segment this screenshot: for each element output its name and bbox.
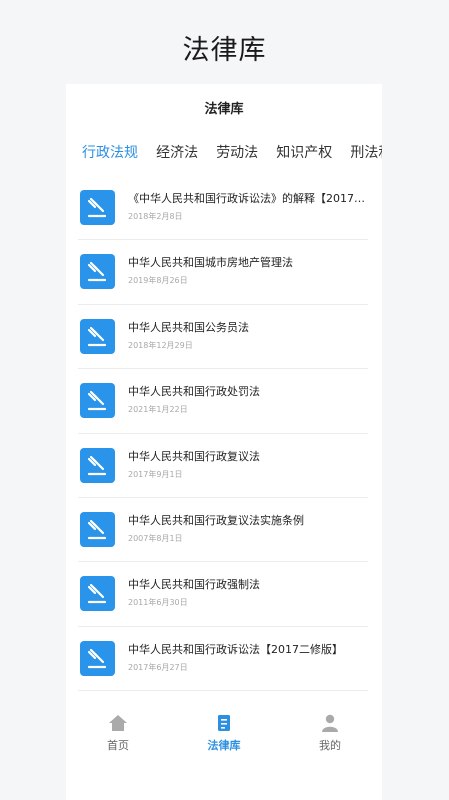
item-title: 中华人民共和国行政强制法 [128,578,260,592]
item-date: 2007年8月1日 [128,533,183,543]
home-icon [109,715,127,731]
gavel-icon [80,576,115,612]
item-title: 中华人民共和国公务员法 [128,320,249,334]
gavel-icon [80,254,115,290]
list-item[interactable]: 中华人民共和国城市房地产管理法 2019年8月26日 [78,240,368,305]
list-item[interactable]: 中华人民共和国行政处罚法 2021年1月22日 [78,369,368,434]
nav-profile[interactable]: 我的 [290,714,370,753]
item-date: 2017年6月27日 [128,662,188,672]
tab-economic-law[interactable]: 经济法 [156,142,198,162]
list-item[interactable]: 中华人民共和国行政诉讼法【2017二修版】 2017年6月27日 [78,627,368,692]
list-item[interactable]: 中华人民共和国行政强制法 2011年6月30日 [78,562,368,627]
tab-labor-law[interactable]: 劳动法 [216,142,258,162]
item-title: 中华人民共和国行政复议法实施条例 [128,513,304,527]
app-header-title: 法律库 [204,102,244,117]
gavel-icon [80,318,115,354]
item-title: 中华人民共和国行政处罚法 [128,385,260,399]
list-item[interactable]: 中华人民共和国行政复议法实施条例 2007年8月1日 [78,498,368,563]
item-title: 中华人民共和国行政复议法 [128,449,260,463]
item-date: 2019年8月26日 [128,276,188,286]
item-date: 2018年2月8日 [128,212,183,221]
gavel-icon [80,640,115,676]
nav-home[interactable]: 首页 [78,714,158,753]
gavel-icon [80,511,115,547]
app-screen: 法律库 行政法规 经济法 劳动法 知识产权 刑法和 《中华人民共和国行政诉讼法》… [66,84,382,800]
nav-law-library-label: 法律库 [207,739,241,752]
page-title: 法律库 [182,35,267,66]
list-item[interactable]: 《中华人民共和国行政诉讼法》的解释【2017年】 2018年2月8日 [78,176,370,241]
list-item[interactable]: 中华人民共和国公务员法 2018年12月29日 [78,305,368,370]
category-tabs: 行政法规 经济法 劳动法 知识产权 刑法和 [82,142,382,166]
law-list: 《中华人民共和国行政诉讼法》的解释【2017年】 2018年2月8日 中华人民共… [78,176,370,692]
nav-home-label: 首页 [107,739,129,752]
list-item[interactable]: 中华人民共和国行政复议法 2017年9月1日 [78,434,368,498]
nav-profile-label: 我的 [319,739,341,752]
bottom-nav: 首页 法律库 我的 [66,706,382,758]
tab-intellectual-property[interactable]: 知识产权 [276,142,332,162]
item-title: 中华人民共和国行政诉讼法【2017二修版】 [128,642,343,656]
item-title: 《中华人民共和国行政诉讼法》的解释【2017年】 [128,192,370,205]
gavel-icon [80,190,115,225]
item-date: 2011年6月30日 [128,598,188,608]
gavel-icon [80,383,115,419]
tab-criminal-law[interactable]: 刑法和 [350,142,382,162]
profile-icon [322,714,338,732]
item-title: 中华人民共和国城市房地产管理法 [128,256,293,270]
nav-law-library[interactable]: 法律库 [184,714,264,753]
item-date: 2021年1月22日 [128,405,188,415]
gavel-icon [80,447,115,483]
tab-administrative-regulations[interactable]: 行政法规 [82,142,138,162]
law-book-icon [218,715,230,731]
item-date: 2018年12月29日 [128,340,193,350]
item-date: 2017年9月1日 [128,469,183,479]
